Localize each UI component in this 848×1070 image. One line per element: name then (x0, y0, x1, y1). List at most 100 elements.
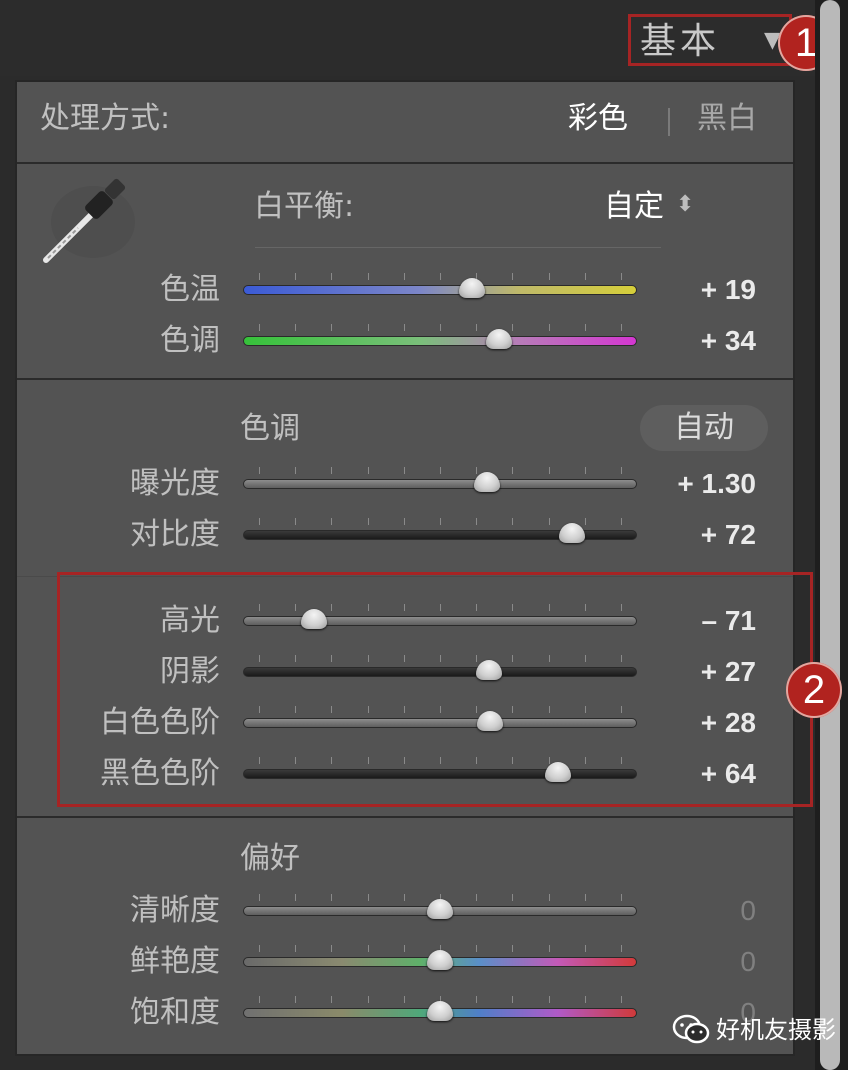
slider-tick (295, 467, 297, 474)
slider-thumb[interactable] (427, 950, 453, 970)
slider-tick (512, 324, 514, 331)
callout-box-1 (628, 14, 792, 66)
slider-tick (584, 518, 586, 525)
slider-tick (403, 894, 405, 901)
slider-tick (476, 324, 478, 331)
slider-tick (367, 945, 369, 952)
slider-tick (512, 273, 514, 280)
slider-tick (367, 324, 369, 331)
slider-label: 色调 (160, 323, 220, 358)
slider-tick (367, 894, 369, 901)
slider-track-tone-sliders-0[interactable] (243, 479, 637, 489)
slider-tick (331, 467, 333, 474)
white-balance-label: 白平衡: (254, 189, 355, 224)
treatment-color-option[interactable]: 彩色 (568, 100, 628, 138)
slider-tick (259, 894, 260, 901)
treatment-label: 处理方式: (40, 101, 171, 136)
slider-tick (512, 945, 514, 952)
auto-tone-button[interactable]: 自动 (640, 405, 768, 451)
slider-track-white_balance-sliders-0[interactable] (243, 285, 637, 295)
slider-tick (403, 324, 405, 331)
slider-tick (440, 467, 441, 474)
section-divider (17, 816, 793, 818)
mode-stepper-icon[interactable]: ⬍ (676, 190, 694, 220)
slider-tick (403, 518, 405, 525)
white-balance-rule (255, 247, 661, 248)
slider-value[interactable]: + 72 (606, 518, 756, 552)
slider-label: 对比度 (130, 517, 220, 552)
slider-tick (367, 996, 369, 1003)
slider-tick (512, 996, 514, 1003)
slider-tick (403, 996, 405, 1003)
slider-tick (259, 273, 260, 280)
slider-thumb[interactable] (558, 523, 585, 543)
slider-tick (476, 518, 478, 525)
slider-tick (259, 467, 260, 474)
slider-value[interactable]: 0 (606, 894, 756, 928)
callout-box-2 (57, 572, 813, 807)
wechat-icon (672, 1014, 710, 1044)
slider-tick (295, 894, 297, 901)
slider-tick (440, 324, 441, 331)
slider-value[interactable]: + 34 (606, 324, 756, 358)
scrollbar-thumb[interactable] (820, 0, 840, 1070)
slider-value[interactable]: + 19 (606, 273, 756, 307)
treatment-bw-option[interactable]: 黑白 (697, 100, 757, 138)
slider-value[interactable]: + 1.30 (606, 467, 756, 501)
watermark-text: 好机友摄影 (716, 1016, 836, 1044)
slider-tick (476, 996, 478, 1003)
slider-tick (584, 996, 586, 1003)
slider-tick (295, 996, 297, 1003)
slider-tick (403, 945, 405, 952)
slider-tick (295, 273, 297, 280)
slider-tick (476, 467, 478, 474)
slider-tick (259, 945, 260, 952)
slider-tick (295, 945, 297, 952)
slider-thumb[interactable] (427, 1001, 453, 1021)
slider-tick (512, 894, 514, 901)
slider-tick (367, 273, 369, 280)
tone-label: 色调 (240, 411, 300, 446)
treatment-separator (668, 108, 670, 136)
slider-tick (584, 467, 586, 474)
presence-label: 偏好 (240, 841, 300, 876)
slider-tick (331, 996, 333, 1003)
slider-tick (476, 945, 478, 952)
slider-tick (331, 273, 333, 280)
slider-tick (331, 894, 333, 901)
slider-tick (367, 518, 369, 525)
slider-label: 色温 (160, 272, 220, 307)
slider-track-white_balance-sliders-1[interactable] (243, 336, 637, 346)
slider-tick (295, 324, 297, 331)
slider-tick (331, 518, 333, 525)
slider-tick (331, 945, 333, 952)
callout-badge-2: 2 (786, 662, 842, 718)
slider-tick (331, 324, 333, 331)
slider-thumb[interactable] (458, 278, 485, 298)
slider-tick (548, 518, 550, 525)
slider-value[interactable]: 0 (606, 945, 756, 979)
white-balance-mode[interactable]: 自定 (604, 188, 664, 226)
section-divider (17, 378, 793, 380)
slider-tick (440, 518, 441, 525)
slider-tick (548, 996, 550, 1003)
slider-label: 鲜艳度 (130, 944, 220, 979)
slider-tick (512, 467, 514, 474)
slider-tick (367, 467, 369, 474)
slider-label: 饱和度 (130, 995, 220, 1030)
slider-tick (548, 467, 550, 474)
slider-tick (259, 996, 260, 1003)
slider-tick (548, 945, 550, 952)
slider-thumb[interactable] (427, 899, 453, 919)
slider-tick (548, 273, 550, 280)
eyedropper-icon[interactable] (38, 174, 138, 266)
slider-label: 清晰度 (130, 893, 220, 928)
section-divider (17, 162, 793, 164)
slider-tick (584, 945, 586, 952)
slider-tick (476, 894, 478, 901)
slider-tick (259, 518, 260, 525)
slider-tick (512, 518, 514, 525)
slider-tick (584, 273, 586, 280)
slider-tick (584, 894, 586, 901)
slider-tick (548, 894, 550, 901)
